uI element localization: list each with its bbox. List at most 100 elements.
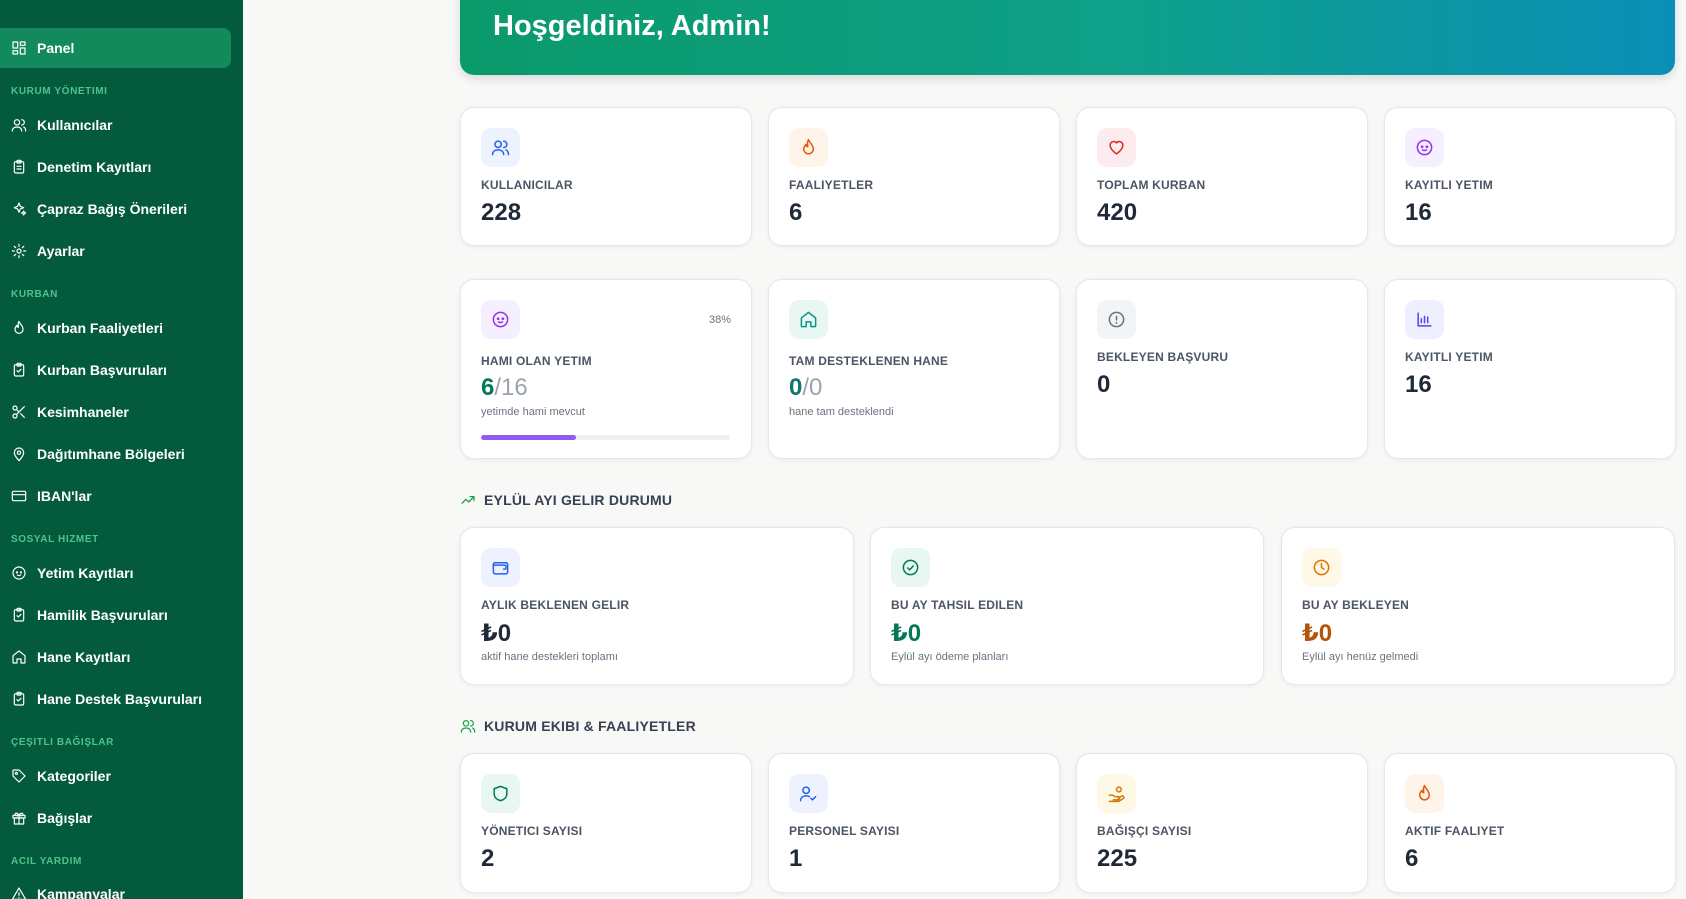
stat-card-pending-applications[interactable]: BEKLEYEN BAŞVURU 0 xyxy=(1076,279,1368,459)
flame-icon xyxy=(789,128,828,167)
stat-card-activities[interactable]: FAALIYETLER 6 xyxy=(768,107,1060,246)
gear-icon xyxy=(11,243,27,259)
team-value: 6 xyxy=(1405,845,1419,872)
sidebar-item-users[interactable]: Kullanıcılar xyxy=(11,114,112,136)
baby-icon xyxy=(12,566,26,580)
dashboard-icon xyxy=(12,41,26,55)
sidebar-item-categories[interactable]: Kategoriler xyxy=(11,765,111,787)
gift-icon xyxy=(12,812,26,825)
stat-card-total-kurban[interactable]: TOPLAM KURBAN 420 xyxy=(1076,107,1368,246)
baby-icon xyxy=(1405,128,1444,167)
stat-label: BEKLEYEN BAŞVURU xyxy=(1097,350,1229,364)
team-section-title: KURUM EKIBI & FAALIYETLER xyxy=(460,718,696,734)
hand-coins-icon xyxy=(1097,774,1136,813)
sidebar-item-sponsorship-applications[interactable]: Hamilik Başvuruları xyxy=(11,604,168,626)
stat-value: 16 xyxy=(1405,199,1432,226)
sidebar-item-label: Kurban Faaliyetleri xyxy=(37,320,164,336)
sidebar-item-audit-logs[interactable]: Denetim Kayıtları xyxy=(11,156,151,178)
sidebar-item-household-records[interactable]: Hane Kayıtları xyxy=(11,646,130,668)
team-card-donors[interactable]: BAĞIŞÇI SAYISI 225 xyxy=(1076,753,1368,893)
progress-bar xyxy=(481,435,730,440)
sidebar-item-settings[interactable]: Ayarlar xyxy=(11,240,85,262)
income-card-pending[interactable]: BU AY BEKLEYEN ₺0 Eylül ayı henüz gelmed… xyxy=(1281,527,1675,685)
sidebar-item-label: Kategoriler xyxy=(37,768,111,784)
team-label: BAĞIŞÇI SAYISI xyxy=(1097,824,1192,838)
sidebar-item-distribution-areas[interactable]: Dağıtımhane Bölgeleri xyxy=(11,443,185,465)
sidebar-item-ibans[interactable]: IBAN'lar xyxy=(11,485,92,507)
team-label: PERSONEL SAYISI xyxy=(789,824,900,838)
sidebar-item-label: Hamilik Başvuruları xyxy=(37,607,168,623)
sidebar-item-slaughterhouses[interactable]: Kesimhaneler xyxy=(11,401,129,423)
sidebar-item-label: Kullanıcılar xyxy=(37,117,113,133)
tag-icon xyxy=(12,769,26,783)
team-card-staff[interactable]: PERSONEL SAYISI 1 xyxy=(768,753,1060,893)
income-subtext: Eylül ayı ödeme planları xyxy=(891,651,1009,663)
stat-label: TAM DESTEKLENEN HANE xyxy=(789,354,949,368)
credit-card-icon xyxy=(11,490,27,502)
bar-chart-icon xyxy=(1405,300,1444,339)
sidebar-item-panel[interactable]: Panel xyxy=(11,37,74,59)
flame-icon xyxy=(1405,774,1444,813)
sidebar-item-donations[interactable]: Bağışlar xyxy=(11,807,92,829)
sidebar-item-campaigns[interactable]: Kampanyalar xyxy=(11,883,125,899)
stat-card-fully-supported-households[interactable]: TAM DESTEKLENEN HANE 0/0 hane tam destek… xyxy=(768,279,1060,459)
income-value: ₺0 xyxy=(891,620,922,647)
stat-label: FAALIYETLER xyxy=(789,178,874,192)
users-icon xyxy=(11,119,27,132)
stat-value-main: 0 xyxy=(789,374,803,401)
stat-card-registered-orphans[interactable]: KAYITLI YETIM 16 xyxy=(1384,107,1676,246)
sidebar-item-label: Panel xyxy=(37,40,75,56)
section-heading-donations: ÇEŞITLI BAĞIŞLAR xyxy=(11,737,114,748)
wallet-icon xyxy=(481,548,520,587)
clipboard-check-icon xyxy=(13,362,25,377)
stat-value: 0 xyxy=(1097,371,1111,398)
stat-label: KAYITLI YETIM xyxy=(1405,178,1493,192)
team-card-active-activities[interactable]: AKTIF FAALIYET 6 xyxy=(1384,753,1676,893)
alert-circle-icon xyxy=(1097,300,1136,339)
team-label: AKTIF FAALIYET xyxy=(1405,824,1505,838)
welcome-title: Hoşgeldiniz, Admin! xyxy=(493,10,771,42)
sidebar-item-orphan-records[interactable]: Yetim Kayıtları xyxy=(11,562,134,584)
sidebar-item-label: IBAN'lar xyxy=(37,488,92,504)
alert-triangle-icon xyxy=(11,887,27,899)
sidebar-item-kurban-applications[interactable]: Kurban Başvuruları xyxy=(11,359,167,381)
sidebar-item-label: Kampanyalar xyxy=(37,886,125,899)
team-value: 2 xyxy=(481,845,495,872)
clipboard-icon xyxy=(13,159,25,174)
shield-icon xyxy=(481,774,520,813)
main-content: Hoşgeldiniz, Admin! KULLANICILAR 228 FAA… xyxy=(243,0,1686,899)
sidebar-item-label: Çapraz Bağış Önerileri xyxy=(37,201,188,217)
sidebar-item-cross-donation[interactable]: Çapraz Bağış Önerileri xyxy=(11,198,187,220)
stat-card-sponsored-orphans[interactable]: 38% HAMI OLAN YETIM 6/16 yetimde hami me… xyxy=(460,279,752,459)
clock-icon xyxy=(1302,548,1341,587)
team-card-admins[interactable]: YÖNETICI SAYISI 2 xyxy=(460,753,752,893)
users-icon xyxy=(481,128,520,167)
stat-value: 16 xyxy=(1405,371,1432,398)
income-card-collected[interactable]: BU AY TAHSIL EDILEN ₺0 Eylül ayı ödeme p… xyxy=(870,527,1264,685)
stat-value-total: /0 xyxy=(802,374,823,401)
progress-fill xyxy=(481,435,576,440)
sidebar-item-kurban-activities[interactable]: Kurban Faaliyetleri xyxy=(11,317,163,339)
sidebar-item-label: Yetim Kayıtları xyxy=(37,565,134,581)
section-title-text: EYLÜL AYI GELIR DURUMU xyxy=(484,492,673,508)
sidebar-item-household-support-applications[interactable]: Hane Destek Başvuruları xyxy=(11,688,202,710)
trending-up-icon xyxy=(461,496,475,504)
team-value: 225 xyxy=(1097,845,1138,872)
income-value: ₺0 xyxy=(481,620,512,647)
section-heading-kurum: KURUM YÖNETIMI xyxy=(11,86,108,97)
sidebar-item-label: Hane Kayıtları xyxy=(37,649,131,665)
stat-card-registered-orphans-2[interactable]: KAYITLI YETIM 16 xyxy=(1384,279,1676,459)
sidebar-item-label: Kesimhaneler xyxy=(37,404,129,420)
sidebar-item-label: Ayarlar xyxy=(37,243,85,259)
income-label: BU AY TAHSIL EDILEN xyxy=(891,598,1024,612)
home-icon xyxy=(789,300,828,339)
sidebar: Panel KURUM YÖNETIMI Kullanıcılar Deneti… xyxy=(0,0,243,899)
sidebar-item-label: Dağıtımhane Bölgeleri xyxy=(37,446,185,462)
income-card-expected[interactable]: AYLIK BEKLENEN GELIR ₺0 aktif hane deste… xyxy=(460,527,854,685)
stat-card-users[interactable]: KULLANICILAR 228 xyxy=(460,107,752,246)
team-value: 1 xyxy=(789,845,803,872)
welcome-banner: Hoşgeldiniz, Admin! xyxy=(460,0,1675,75)
section-heading-social: SOSYAL HIZMET xyxy=(11,534,99,545)
income-label: BU AY BEKLEYEN xyxy=(1302,598,1410,612)
clipboard-check-icon xyxy=(13,607,25,622)
